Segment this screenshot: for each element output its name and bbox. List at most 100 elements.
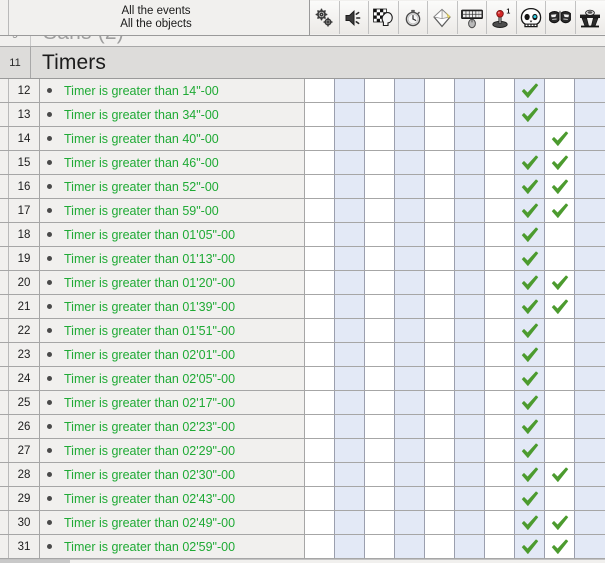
action-cell[interactable] (335, 391, 365, 414)
action-cell[interactable] (395, 223, 425, 246)
action-cell[interactable] (575, 127, 605, 150)
action-cell[interactable] (455, 487, 485, 510)
action-cell[interactable] (515, 223, 545, 246)
action-cell[interactable] (545, 295, 575, 318)
action-cell[interactable] (575, 175, 605, 198)
action-cell[interactable] (305, 415, 335, 438)
event-condition-cell[interactable]: Timer is greater than 02'01"-00 (40, 343, 305, 366)
action-cell[interactable] (545, 199, 575, 222)
action-cell[interactable] (365, 463, 395, 486)
action-cell[interactable] (545, 175, 575, 198)
action-cell[interactable] (455, 391, 485, 414)
action-cell[interactable] (425, 319, 455, 342)
action-cell[interactable] (515, 127, 545, 150)
action-cell[interactable] (425, 415, 455, 438)
event-row[interactable]: 15 Timer is greater than 46"-00 (0, 151, 605, 175)
action-cell[interactable] (455, 79, 485, 102)
action-cell[interactable] (545, 79, 575, 102)
event-row[interactable]: 21 Timer is greater than 01'39"-00 (0, 295, 605, 319)
event-row[interactable]: 23 Timer is greater than 02'01"-00 (0, 343, 605, 367)
action-cell[interactable] (365, 151, 395, 174)
action-cell[interactable] (395, 415, 425, 438)
action-cell[interactable] (425, 295, 455, 318)
action-cell[interactable] (425, 79, 455, 102)
action-cell[interactable] (485, 151, 515, 174)
event-row[interactable]: 25 Timer is greater than 02'17"-00 (0, 391, 605, 415)
action-cell[interactable] (395, 535, 425, 558)
action-cell[interactable] (545, 511, 575, 534)
action-cell[interactable] (545, 271, 575, 294)
action-cell[interactable] (365, 415, 395, 438)
action-cell[interactable] (305, 79, 335, 102)
event-condition-cell[interactable]: Timer is greater than 40"-00 (40, 127, 305, 150)
action-cell[interactable] (485, 247, 515, 270)
action-cell[interactable] (425, 367, 455, 390)
action-cell[interactable] (515, 343, 545, 366)
action-cell[interactable] (335, 343, 365, 366)
action-cell[interactable] (455, 127, 485, 150)
action-cell[interactable] (305, 247, 335, 270)
action-cell[interactable] (305, 295, 335, 318)
event-condition-cell[interactable]: Timer is greater than 02'17"-00 (40, 391, 305, 414)
action-cell[interactable] (545, 151, 575, 174)
action-cell[interactable] (575, 535, 605, 558)
action-cell[interactable] (395, 439, 425, 462)
event-condition-cell[interactable]: Timer is greater than 59"-00 (40, 199, 305, 222)
action-cell[interactable] (395, 103, 425, 126)
masks-icon[interactable] (546, 1, 576, 34)
action-cell[interactable] (365, 439, 395, 462)
action-cell[interactable] (425, 151, 455, 174)
action-cell[interactable] (545, 223, 575, 246)
event-condition-cell[interactable]: Timer is greater than 52"-00 (40, 175, 305, 198)
event-condition-cell[interactable]: Timer is greater than 02'29"-00 (40, 439, 305, 462)
dark-sprite-icon[interactable] (575, 1, 605, 34)
action-cell[interactable] (305, 463, 335, 486)
action-cell[interactable] (485, 271, 515, 294)
action-cell[interactable] (515, 415, 545, 438)
action-cell[interactable] (485, 391, 515, 414)
action-cell[interactable] (545, 247, 575, 270)
event-condition-cell[interactable]: Timer is greater than 01'05"-00 (40, 223, 305, 246)
event-condition-cell[interactable]: Timer is greater than 14"-00 (40, 79, 305, 102)
event-row[interactable]: 30 Timer is greater than 02'49"-00 (0, 511, 605, 535)
action-cell[interactable] (575, 319, 605, 342)
action-cell[interactable] (455, 199, 485, 222)
action-cell[interactable] (335, 199, 365, 222)
action-cell[interactable] (305, 199, 335, 222)
action-cell[interactable] (305, 367, 335, 390)
action-cell[interactable] (575, 247, 605, 270)
action-cell[interactable] (455, 103, 485, 126)
action-cell[interactable] (515, 295, 545, 318)
speaker-sound-icon[interactable] (339, 1, 369, 34)
action-cell[interactable] (425, 199, 455, 222)
action-cell[interactable] (545, 367, 575, 390)
event-row[interactable]: 12 Timer is greater than 14"-00 (0, 79, 605, 103)
action-cell[interactable] (365, 127, 395, 150)
event-condition-cell[interactable]: Timer is greater than 46"-00 (40, 151, 305, 174)
action-cell[interactable] (545, 439, 575, 462)
action-cell[interactable] (305, 103, 335, 126)
action-cell[interactable] (485, 295, 515, 318)
storage-checkered-icon[interactable] (369, 1, 399, 34)
action-cell[interactable] (425, 343, 455, 366)
action-cell[interactable] (455, 343, 485, 366)
action-cell[interactable] (455, 463, 485, 486)
action-cell[interactable] (575, 391, 605, 414)
event-condition-cell[interactable]: Timer is greater than 01'51"-00 (40, 319, 305, 342)
action-cell[interactable] (305, 319, 335, 342)
action-cell[interactable] (485, 367, 515, 390)
event-condition-cell[interactable]: Timer is greater than 02'23"-00 (40, 415, 305, 438)
action-cell[interactable] (515, 79, 545, 102)
action-cell[interactable] (485, 535, 515, 558)
action-cell[interactable] (545, 535, 575, 558)
action-cell[interactable] (395, 463, 425, 486)
action-cell[interactable] (485, 319, 515, 342)
action-cell[interactable] (365, 175, 395, 198)
event-condition-cell[interactable]: Timer is greater than 34"-00 (40, 103, 305, 126)
action-cell[interactable] (365, 223, 395, 246)
action-cell[interactable] (515, 487, 545, 510)
keyboard-mouse-icon[interactable] (457, 1, 487, 34)
action-cell[interactable] (455, 535, 485, 558)
event-row[interactable]: 17 Timer is greater than 59"-00 (0, 199, 605, 223)
action-cell[interactable] (335, 271, 365, 294)
